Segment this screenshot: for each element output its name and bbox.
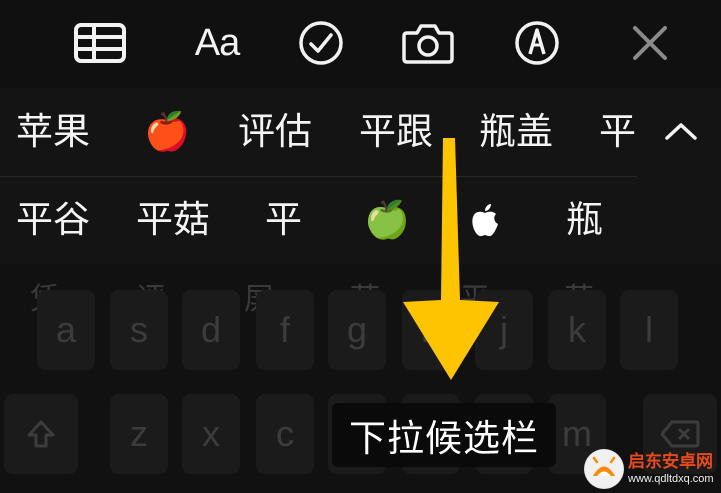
close-button[interactable]	[622, 18, 678, 68]
key-s[interactable]: s	[110, 290, 168, 370]
format-button[interactable]: Aa	[186, 18, 248, 68]
close-icon	[633, 26, 667, 60]
key-d[interactable]: d	[182, 290, 240, 370]
chevron-up-icon	[665, 123, 697, 140]
collapse-candidates-button[interactable]	[656, 106, 706, 156]
candidate-item[interactable]: 苹果	[16, 112, 90, 152]
pull-down-arrow-annotation	[403, 138, 499, 380]
candidate-row-2: 平谷 平菇 平 🍏 瓶	[0, 176, 637, 265]
checklist-icon	[299, 21, 343, 65]
key-f[interactable]: f	[256, 290, 314, 370]
notes-toolbar: Aa	[0, 0, 721, 88]
watermark-logo-icon	[585, 449, 623, 488]
key-x[interactable]: x	[182, 394, 240, 474]
watermark: 启东安卓网 www.qdltdxq.com	[584, 444, 721, 493]
candidate-item-red-apple-emoji[interactable]: 🍎	[144, 112, 190, 152]
key-k[interactable]: k	[548, 290, 606, 370]
shift-icon	[27, 420, 55, 448]
camera-button[interactable]	[400, 18, 456, 68]
markup-button[interactable]	[509, 18, 565, 68]
candidate-item[interactable]: 平菇	[136, 200, 210, 240]
text-format-icon: Aa	[194, 21, 240, 64]
candidate-panel: 苹果 🍎 评估 平跟 瓶盖 平 平谷 平菇 平 🍏 瓶	[0, 88, 721, 265]
shift-key[interactable]	[4, 394, 78, 474]
key-l[interactable]: l	[620, 290, 678, 370]
key-c[interactable]: c	[256, 394, 314, 474]
watermark-logo	[584, 448, 624, 489]
table-button[interactable]	[72, 18, 128, 68]
candidate-item[interactable]: 评估	[238, 112, 312, 152]
table-icon	[74, 23, 126, 63]
watermark-url: www.qdltdxq.com	[628, 472, 714, 485]
key-a[interactable]: a	[37, 290, 95, 370]
candidate-item[interactable]: 平	[599, 112, 636, 152]
watermark-site-name: 启东安卓网	[628, 451, 713, 472]
markup-pen-icon	[515, 21, 559, 65]
candidate-row-1: 苹果 🍎 评估 平跟 瓶盖 平	[0, 88, 637, 177]
key-z[interactable]: z	[110, 394, 168, 474]
annotation-label: 下拉候选栏	[332, 403, 556, 467]
candidate-item[interactable]: 瓶	[566, 200, 603, 240]
checklist-button[interactable]	[293, 18, 349, 68]
camera-icon	[402, 24, 454, 64]
candidate-item[interactable]: 平	[265, 200, 302, 240]
candidate-item[interactable]: 平谷	[16, 200, 90, 240]
annotation-label-text: 下拉候选栏	[349, 417, 539, 460]
key-g[interactable]: g	[328, 290, 386, 370]
